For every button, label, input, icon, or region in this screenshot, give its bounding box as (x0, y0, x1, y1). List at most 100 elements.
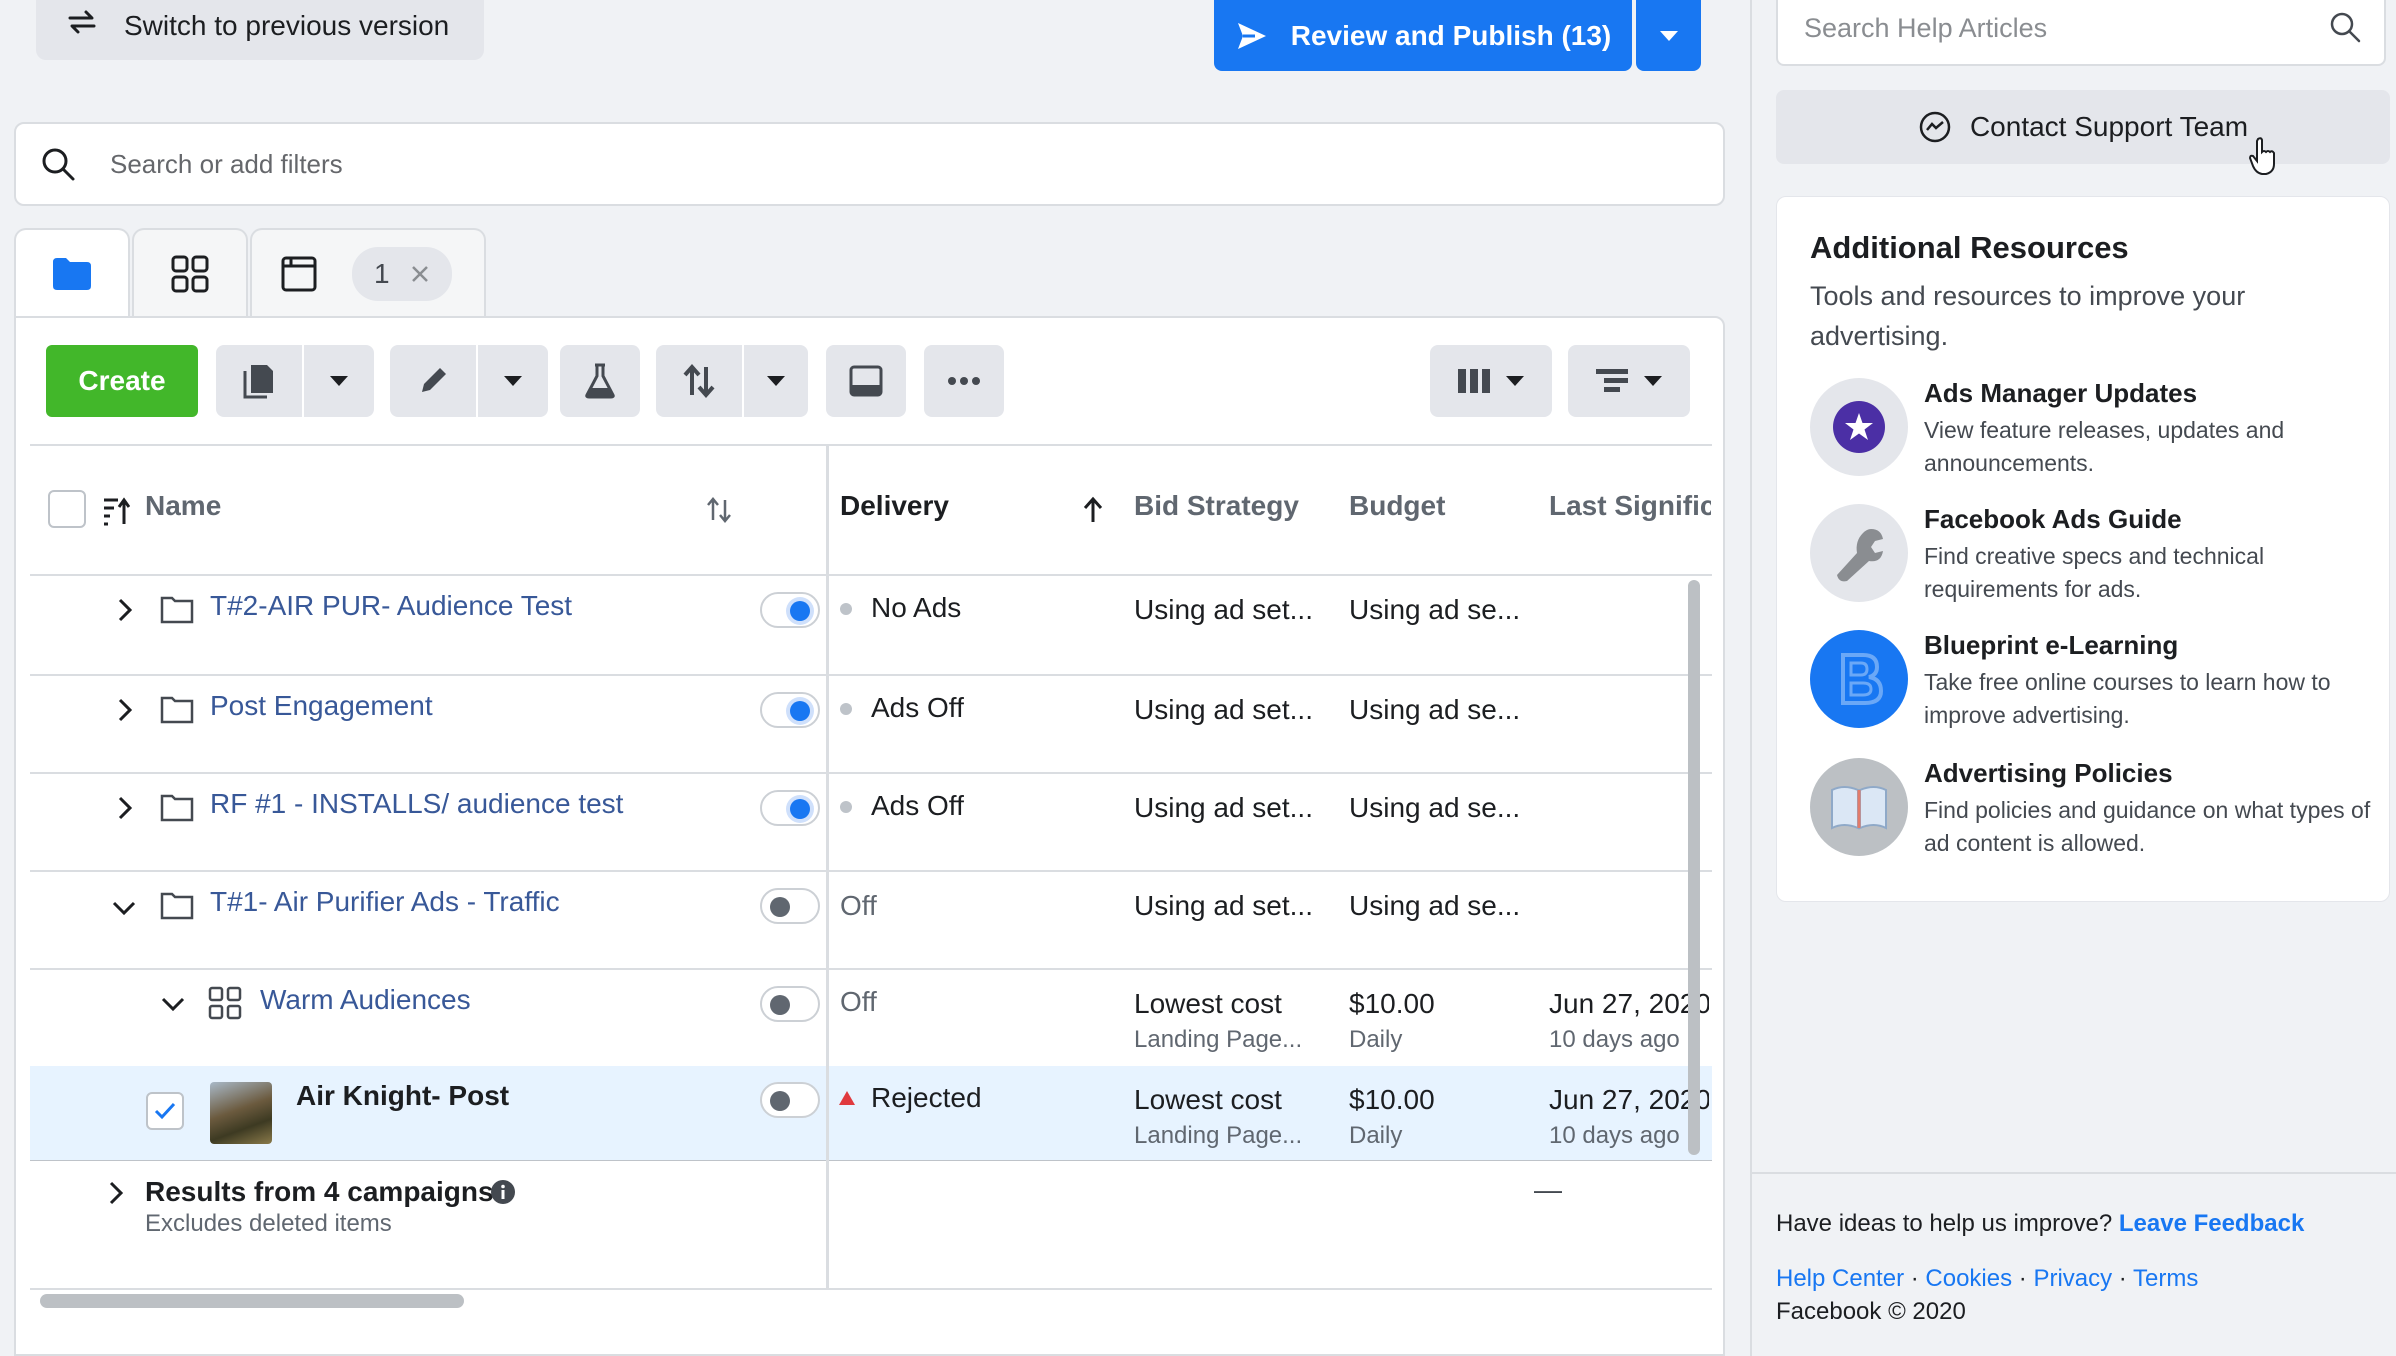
ad-toggle[interactable] (760, 1082, 820, 1118)
status-dot (840, 703, 852, 715)
caret-down-icon (1659, 30, 1678, 41)
chevron-right-icon[interactable] (115, 795, 135, 821)
folder-icon (53, 258, 91, 290)
help-center-link[interactable]: Help Center (1776, 1265, 1904, 1292)
folder-outline-icon (160, 596, 194, 624)
tab-ad-sets[interactable] (132, 228, 248, 318)
review-and-publish-button[interactable]: Review and Publish (13) (1214, 0, 1632, 71)
row-divider (30, 968, 1712, 970)
campaign-name-link[interactable]: T#2-AIR PUR- Audience Test (210, 590, 572, 622)
select-all-checkbox[interactable] (48, 490, 86, 528)
facebook-ads-guide-icon[interactable] (1810, 504, 1908, 602)
duplicate-dropdown-button[interactable] (304, 345, 374, 417)
chevron-down-icon[interactable] (160, 994, 186, 1014)
vertical-scrollbar[interactable] (1688, 580, 1700, 1155)
rules-button[interactable] (656, 345, 742, 417)
warning-triangle-icon (839, 1091, 855, 1105)
last-edit-relative: 10 days ago (1549, 1026, 1680, 1053)
adset-grid-icon (208, 986, 242, 1020)
resource-title[interactable]: Blueprint e-Learning (1924, 630, 2178, 661)
messenger-icon (1919, 111, 1951, 143)
campaign-name-link[interactable]: RF #1 - INSTALLS/ audience test (210, 788, 623, 820)
resource-title[interactable]: Advertising Policies (1924, 758, 2173, 789)
sort-toggle-icon[interactable] (706, 496, 732, 524)
chevron-right-icon[interactable] (106, 1180, 126, 1206)
leave-feedback-link[interactable]: Leave Feedback (2119, 1210, 2304, 1237)
switch-previous-version-button[interactable]: Switch to previous version (36, 0, 484, 60)
contact-support-button[interactable]: Contact Support Team (1776, 90, 2390, 164)
campaign-name-link[interactable]: Post Engagement (210, 690, 433, 722)
results-summary-subtext: Excludes deleted items (145, 1210, 392, 1237)
ad-name[interactable]: Air Knight- Post (296, 1080, 509, 1112)
ads-selected-count: 1 (374, 258, 390, 289)
grid-icon (171, 255, 209, 293)
tab-campaigns[interactable] (14, 228, 130, 318)
ads-manager-updates-icon[interactable] (1810, 378, 1908, 476)
send-icon (1237, 22, 1266, 49)
budget-period: Daily (1349, 1122, 1403, 1149)
create-button[interactable]: Create (46, 345, 198, 417)
last-edit-date: Jun 27, 2020 (1549, 988, 1709, 1019)
resources-title: Additional Resources (1810, 230, 2129, 265)
adset-toggle[interactable] (760, 986, 820, 1022)
feedback-row: Have ideas to help us improve? Leave Fee… (1776, 1210, 2304, 1238)
last-edit-date: Jun 27, 2020 (1549, 1084, 1709, 1115)
book-icon (1831, 786, 1887, 830)
edit-button[interactable] (390, 345, 476, 417)
terms-link[interactable]: Terms (2133, 1265, 2198, 1292)
tab-ads[interactable]: 1 (250, 228, 486, 318)
resource-title[interactable]: Ads Manager Updates (1924, 378, 2197, 409)
duplicate-button[interactable] (216, 345, 302, 417)
column-header-budget[interactable]: Budget (1349, 490, 1445, 522)
column-header-name[interactable]: Name (145, 490, 221, 522)
resource-description: Find policies and guidance on what types… (1924, 797, 2371, 856)
help-search-input[interactable]: Search Help Articles (1776, 0, 2386, 66)
row-divider (30, 674, 1712, 676)
campaign-toggle[interactable] (760, 888, 820, 924)
horizontal-scrollbar[interactable] (40, 1294, 464, 1308)
chevron-right-icon[interactable] (115, 697, 135, 723)
campaign-name-link[interactable]: T#1- Air Purifier Ads - Traffic (210, 886, 560, 918)
privacy-link[interactable]: Privacy (2033, 1265, 2112, 1292)
columns-button[interactable] (1430, 345, 1552, 417)
column-header-bid-strategy[interactable]: Bid Strategy (1134, 490, 1299, 522)
adset-name-link[interactable]: Warm Audiences (260, 984, 471, 1016)
cookies-link[interactable]: Cookies (1925, 1265, 2012, 1292)
row-divider (30, 870, 1712, 872)
filter-search-bar[interactable]: Search or add filters (14, 122, 1725, 206)
bid-strategy-value: Using ad set... (1134, 792, 1313, 823)
chevron-down-icon[interactable] (111, 898, 137, 918)
campaign-toggle[interactable] (760, 692, 820, 728)
sort-lines-icon[interactable] (102, 496, 130, 526)
blueprint-e-learning-icon[interactable] (1810, 630, 1908, 728)
caret-down-icon (330, 376, 348, 386)
breakdown-button[interactable] (1568, 345, 1690, 417)
bid-strategy-value: Using ad set... (1134, 694, 1313, 725)
info-icon[interactable] (490, 1179, 516, 1205)
chevron-right-icon[interactable] (115, 597, 135, 623)
advertising-policies-icon[interactable] (1810, 758, 1908, 856)
ab-test-button[interactable] (560, 345, 640, 417)
column-header-delivery[interactable]: Delivery (840, 490, 949, 522)
footer-links: Help Center · Cookies · Privacy · Terms (1776, 1265, 2199, 1292)
search-icon[interactable] (2328, 10, 2362, 44)
more-dots-icon (948, 377, 980, 385)
rules-dropdown-button[interactable] (744, 345, 808, 417)
checkmark-icon (154, 1102, 176, 1120)
resource-title[interactable]: Facebook Ads Guide (1924, 504, 2182, 535)
preview-button[interactable] (826, 345, 906, 417)
row-checkbox-checked[interactable] (146, 1092, 184, 1130)
edit-dropdown-button[interactable] (478, 345, 548, 417)
campaign-toggle[interactable] (760, 592, 820, 628)
column-header-last-significant-edit[interactable]: Last Signific (1549, 490, 1711, 522)
resource-description: Find creative specs and technical requir… (1924, 543, 2265, 602)
results-summary-label: Results from 4 campaigns (145, 1176, 494, 1207)
campaign-toggle[interactable] (760, 790, 820, 826)
close-icon[interactable] (410, 264, 430, 284)
review-publish-dropdown-button[interactable] (1636, 0, 1701, 71)
blueprint-icon (1841, 653, 1884, 705)
ad-thumbnail (210, 1082, 272, 1144)
sort-ascending-icon[interactable] (1082, 496, 1104, 524)
more-options-button[interactable] (924, 345, 1004, 417)
resources-description: Tools and resources to improve your adve… (1810, 281, 2246, 351)
